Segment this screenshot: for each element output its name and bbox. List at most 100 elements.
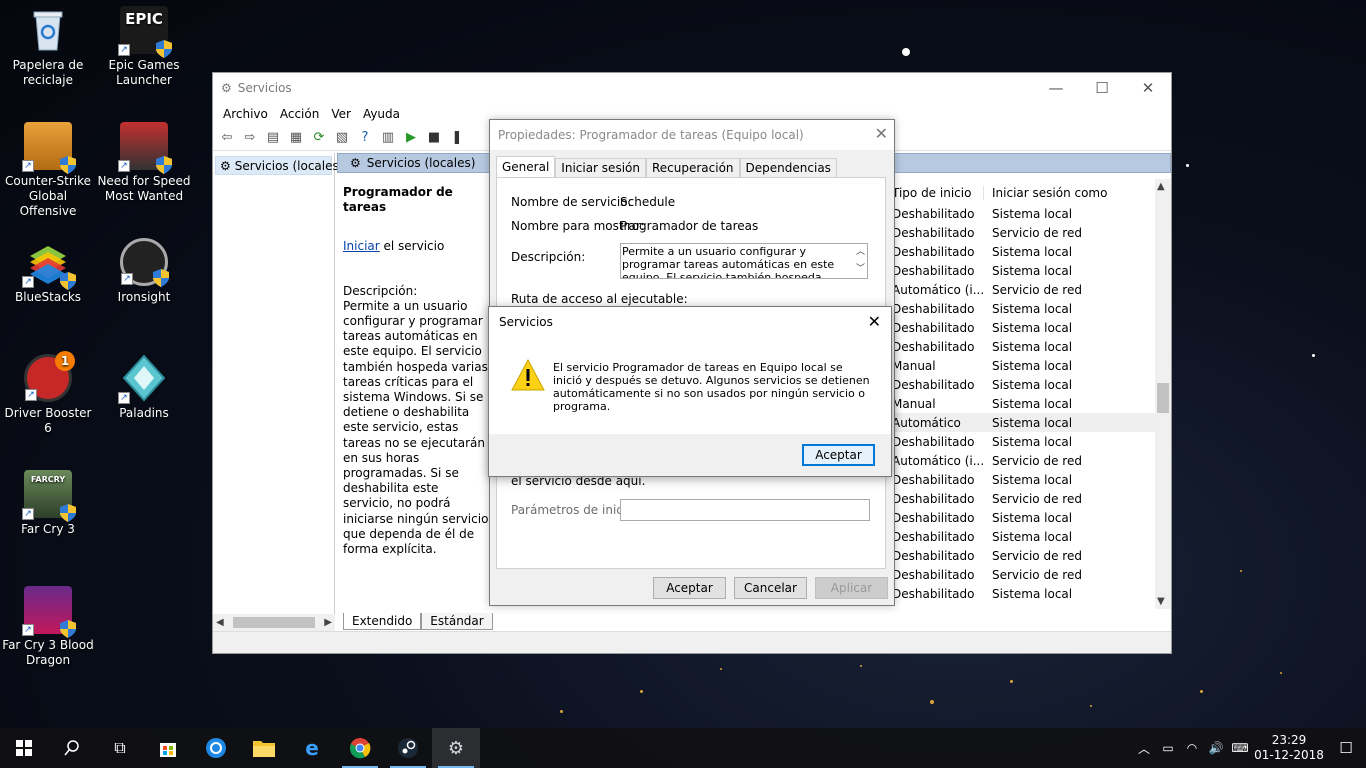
table-row[interactable]: Deshabilitado Sistema local (890, 470, 1162, 489)
desktop-icon-nfs[interactable]: ↗ Need for Speed Most Wanted (96, 122, 192, 204)
window-titlebar[interactable]: ⚙ Servicios (213, 73, 1171, 103)
table-row[interactable]: Deshabilitado Sistema local (890, 242, 1162, 261)
search-icon[interactable] (48, 728, 96, 768)
table-row[interactable]: Deshabilitado Servicio de red (890, 565, 1162, 584)
description-field[interactable]: Permite a un usuario configurar y progra… (620, 243, 868, 279)
star-decoration (930, 700, 934, 704)
console-tree-icon[interactable]: ▤ (263, 128, 283, 148)
desktop-icon-paladins[interactable]: ↗ Paladins (96, 354, 192, 421)
table-row[interactable]: Deshabilitado Sistema local (890, 318, 1162, 337)
close-icon[interactable]: ✕ (875, 124, 888, 143)
chevron-up-icon[interactable]: ︿ (1132, 740, 1156, 757)
volume-icon[interactable]: 🔊 (1204, 741, 1228, 755)
battery-icon[interactable]: ▭ (1156, 741, 1180, 755)
accept-button[interactable]: Aceptar (802, 444, 875, 466)
menu-accion[interactable]: Acción (274, 107, 325, 121)
tab-general[interactable]: General (496, 156, 556, 177)
table-row[interactable]: Deshabilitado Sistema local (890, 508, 1162, 527)
help-icon[interactable]: ? (355, 128, 375, 148)
table-row[interactable]: Deshabilitado Servicio de red (890, 546, 1162, 565)
input-method-icon[interactable]: ⌨ (1228, 741, 1252, 755)
clock[interactable]: 23:29 01-12-2018 (1252, 733, 1326, 763)
store-icon[interactable] (144, 728, 192, 768)
edge-icon[interactable]: e (288, 728, 336, 768)
menu-archivo[interactable]: Archivo (217, 107, 274, 121)
ok-button[interactable]: Aceptar (653, 577, 726, 599)
table-row[interactable]: Automático Sistema local (890, 413, 1162, 432)
table-row[interactable]: Manual Sistema local (890, 394, 1162, 413)
desktop-icon-bluestacks[interactable]: ↗ BlueStacks (0, 238, 96, 305)
file-explorer-icon[interactable] (240, 728, 288, 768)
start-service-link[interactable]: Iniciar (343, 239, 380, 253)
desktop-icon-far-cry-3[interactable]: FARCRY ↗ Far Cry 3 (0, 470, 96, 537)
message-titlebar[interactable]: Servicios (489, 307, 891, 337)
wifi-icon[interactable]: ◠ (1180, 741, 1204, 755)
desktop-icon-ironsight[interactable]: ↗ Ironsight (96, 238, 192, 305)
back-arrow-icon[interactable]: ⇦ (217, 128, 237, 148)
table-row[interactable]: Deshabilitado Sistema local (890, 584, 1162, 602)
table-row[interactable]: Deshabilitado Sistema local (890, 527, 1162, 546)
scroll-down-icon[interactable]: ﹀ (856, 263, 865, 276)
epic-games-icon: EPIC ↗ (118, 6, 172, 58)
desktop-icon-driver-booster[interactable]: 1 ↗ Driver Booster 6 (0, 351, 96, 436)
table-row[interactable]: Deshabilitado Sistema local (890, 261, 1162, 280)
scroll-down-icon[interactable]: ▼ (1157, 596, 1165, 607)
scroll-up-icon[interactable]: ︿ (856, 246, 865, 259)
minimize-button[interactable]: — (1033, 73, 1079, 103)
column-startup-type[interactable]: Tipo de inicio (890, 186, 984, 200)
start-params-input[interactable] (620, 499, 870, 521)
scroll-up-icon[interactable]: ▲ (1157, 181, 1165, 192)
steam-icon[interactable] (384, 728, 432, 768)
services-gear-icon[interactable]: ⚙ (432, 728, 480, 768)
table-row[interactable]: Automático (i... Servicio de red (890, 451, 1162, 470)
table-row[interactable]: Deshabilitado Sistema local (890, 204, 1162, 223)
cancel-button[interactable]: Cancelar (734, 577, 807, 599)
task-view-icon[interactable]: ⧉ (96, 728, 144, 768)
export-icon[interactable]: ▧ (332, 128, 352, 148)
pause-icon[interactable]: ❚ (447, 128, 467, 148)
windows-start-icon[interactable] (0, 728, 48, 768)
cell-startup-type: Deshabilitado (892, 339, 975, 354)
tab-dependencias[interactable]: Dependencias (739, 158, 837, 177)
table-row[interactable]: Manual Sistema local (890, 356, 1162, 375)
menu-ver[interactable]: Ver (325, 107, 357, 121)
desktop-icon-far-cry-3-blood-dragon[interactable]: ↗ Far Cry 3 Blood Dragon (0, 586, 96, 668)
table-row[interactable]: Automático (i... Servicio de red (890, 280, 1162, 299)
vertical-scrollbar[interactable]: ▲ ▼ (1155, 179, 1171, 609)
menu-ayuda[interactable]: Ayuda (357, 107, 406, 121)
desktop-icon-epic-games[interactable]: EPIC ↗ Epic Games Launcher (96, 6, 192, 88)
table-row[interactable]: Deshabilitado Servicio de red (890, 223, 1162, 242)
close-button[interactable]: ✕ (1125, 73, 1171, 103)
table-row[interactable]: Deshabilitado Sistema local (890, 375, 1162, 394)
horizontal-scrollbar[interactable]: ◀ ▶ (213, 614, 335, 631)
tab-iniciar-sesion[interactable]: Iniciar sesión (555, 158, 646, 177)
cell-logon-as: Sistema local (992, 339, 1073, 354)
tab-extendido[interactable]: Extendido (343, 613, 422, 630)
dialog-titlebar[interactable]: Propiedades: Programador de tareas (Equi… (490, 120, 894, 150)
forward-arrow-icon[interactable]: ⇨ (240, 128, 260, 148)
view-icon[interactable]: ▥ (378, 128, 398, 148)
column-logon-as[interactable]: Iniciar sesión como (984, 186, 1107, 200)
play-icon[interactable]: ▶ (401, 128, 421, 148)
window-title: Servicios (237, 81, 292, 95)
table-row[interactable]: Deshabilitado Servicio de red (890, 489, 1162, 508)
desktop-icon-csgo[interactable]: ↗ Counter-Strike Global Offensive (0, 122, 96, 219)
stop-icon[interactable]: ■ (424, 128, 444, 148)
scrollbar-thumb[interactable] (1157, 383, 1169, 413)
desktop-icon-recycle-bin[interactable]: Papelera de reciclaje (0, 6, 96, 88)
scrollbar-thumb[interactable] (233, 617, 315, 628)
table-row[interactable]: Deshabilitado Sistema local (890, 337, 1162, 356)
refresh-icon[interactable]: ⟳ (309, 128, 329, 148)
tree-item-services-local[interactable]: ⚙ Servicios (locales) (215, 156, 343, 175)
tab-recuperacion[interactable]: Recuperación (645, 158, 740, 177)
table-row[interactable]: Deshabilitado Sistema local (890, 432, 1162, 451)
notification-icon[interactable]: ☐ (1326, 739, 1366, 757)
properties-icon[interactable]: ▦ (286, 128, 306, 148)
table-row[interactable]: Deshabilitado Sistema local (890, 299, 1162, 318)
tab-estandar[interactable]: Estándar (421, 613, 493, 630)
apply-button[interactable]: Aplicar (815, 577, 888, 599)
maximize-button[interactable]: ☐ (1079, 73, 1125, 103)
close-icon[interactable]: ✕ (868, 312, 881, 331)
ccleaner-icon[interactable] (192, 728, 240, 768)
chrome-icon[interactable] (336, 728, 384, 768)
